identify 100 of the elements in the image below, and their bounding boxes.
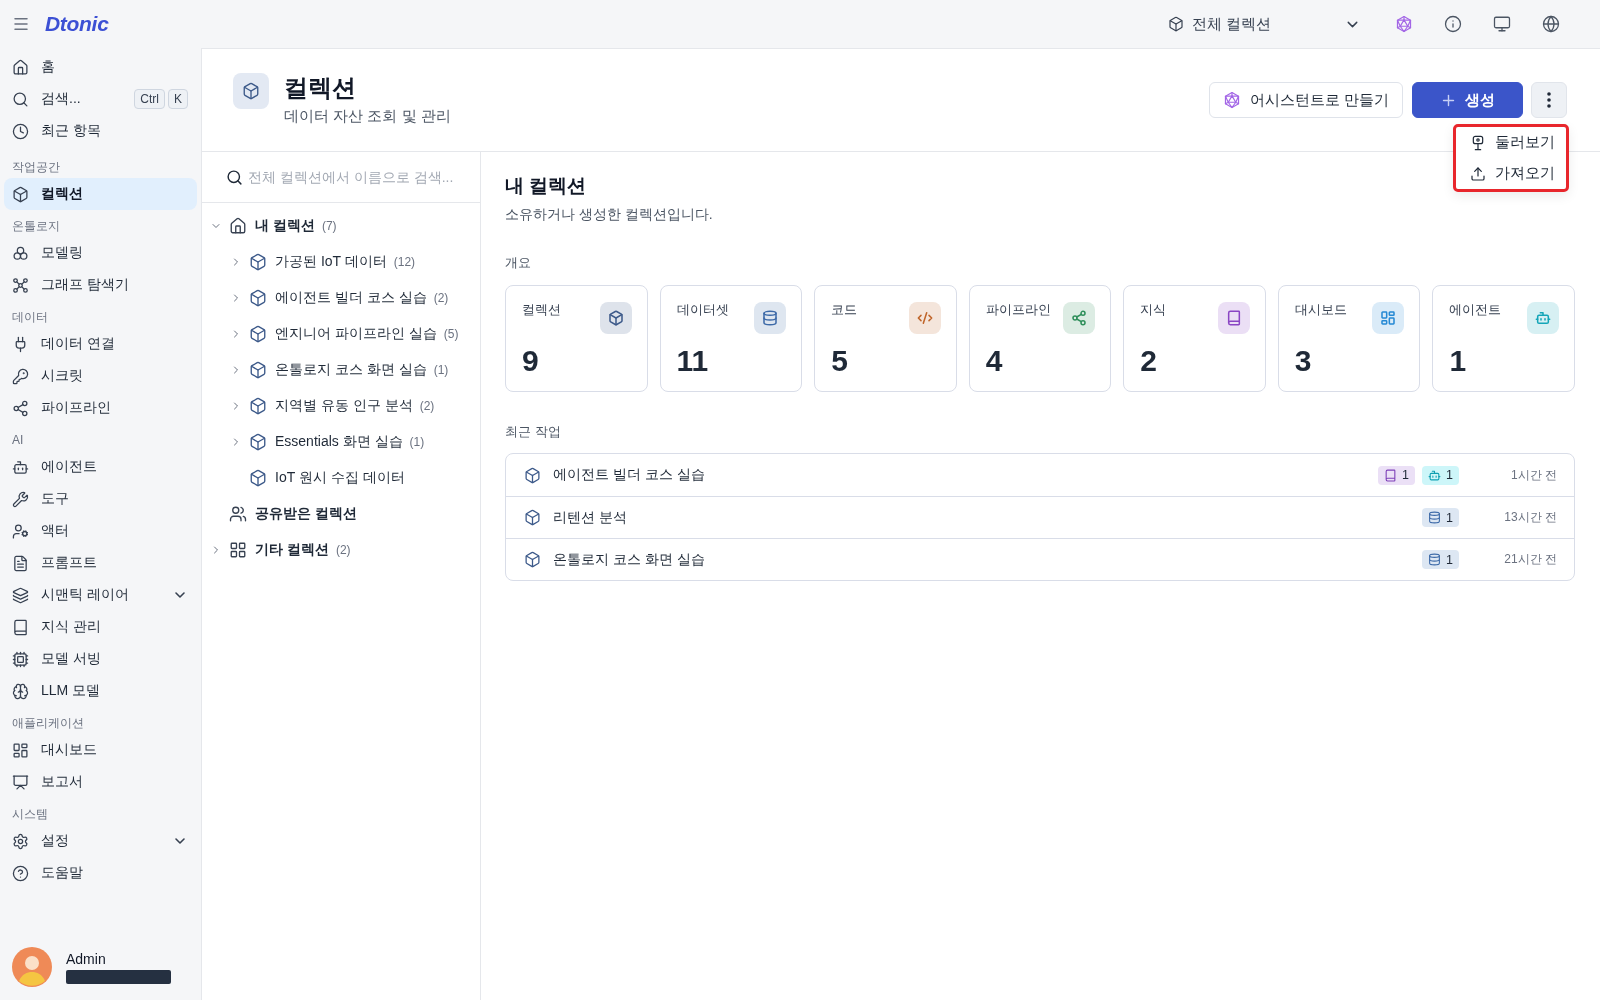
- sidebar-item[interactable]: 대시보드: [4, 734, 197, 766]
- count-text: 1: [1446, 510, 1453, 525]
- menu-item[interactable]: 둘러보기: [1456, 127, 1566, 158]
- sidebar-item[interactable]: 파이프라인: [4, 392, 197, 424]
- stat-card[interactable]: 컬렉션 9: [505, 285, 648, 392]
- sidebar-item[interactable]: 그래프 탐색기: [4, 269, 197, 301]
- page-subtitle: 데이터 자산 조회 및 관리: [284, 106, 451, 126]
- cube-icon: [249, 397, 267, 415]
- collection-selector[interactable]: 전체 컬렉션: [1164, 7, 1369, 41]
- sidebar-item[interactable]: 데이터 연결: [4, 328, 197, 360]
- more-button[interactable]: [1531, 82, 1567, 118]
- section-label: 작업공간: [11, 159, 61, 176]
- menu-button[interactable]: [12, 15, 30, 33]
- home-icon: [229, 217, 247, 235]
- count-text: 1: [1446, 552, 1453, 567]
- circles-icon: [12, 244, 29, 262]
- tree-item[interactable]: Essentials 화면 실습 (1): [202, 424, 480, 460]
- shortcut-key: K: [168, 89, 188, 109]
- section-label: 데이터: [11, 309, 49, 326]
- overview-label: 개요: [505, 255, 531, 271]
- stat-card[interactable]: 대시보드 3: [1277, 285, 1421, 392]
- tree-item[interactable]: IoT 원시 수집 데이터: [202, 460, 480, 496]
- polyhedron-icon: [1395, 15, 1413, 33]
- stat-card[interactable]: 코드 5: [814, 285, 957, 392]
- shortcut-key: Ctrl: [134, 89, 165, 109]
- recent-item[interactable]: 에이전트 빌더 코스 실습 1 1 1시간 전: [506, 454, 1574, 496]
- tree-item[interactable]: 내 컬렉션 (7): [202, 208, 480, 244]
- brain-icon: [12, 682, 29, 700]
- tree-item[interactable]: 엔지니어 파이프라인 실습 (5): [202, 316, 480, 352]
- assistant-create-button[interactable]: 어시스턴트로 만들기: [1208, 82, 1403, 118]
- section-label: AI: [11, 432, 25, 449]
- item-count: (7): [321, 219, 337, 233]
- time-text: 13시간 전: [1503, 509, 1557, 526]
- recent-item[interactable]: 리텐션 분석 1 13시간 전: [506, 496, 1574, 538]
- user-gear-icon: [12, 522, 29, 540]
- item-count: (12): [393, 255, 416, 269]
- count-text: 1: [1446, 468, 1453, 482]
- sidebar-item[interactable]: 최근 항목: [4, 115, 197, 147]
- tree-item[interactable]: 에이전트 빌더 코스 실습 (2): [202, 280, 480, 316]
- sidebar-item[interactable]: 설정: [4, 825, 197, 857]
- sidebar-item[interactable]: 홈: [4, 51, 197, 83]
- cube-icon: [524, 466, 541, 484]
- recent-item[interactable]: 온톨로지 코스 화면 실습 1 21시간 전: [506, 538, 1574, 580]
- database-icon: [754, 302, 787, 334]
- page-title: 컬렉션: [284, 73, 356, 103]
- key-icon: [12, 367, 29, 385]
- stat-card[interactable]: 파이프라인 4: [968, 285, 1112, 392]
- stat-card[interactable]: 데이터셋 11: [659, 285, 803, 392]
- sidebar-item[interactable]: 모델링: [4, 237, 197, 269]
- sidebar-item[interactable]: 검색... Ctrl K: [4, 83, 197, 115]
- book-icon: [1217, 302, 1250, 334]
- stat-value: 4: [985, 343, 1003, 379]
- help-icon: [12, 864, 29, 882]
- sidebar-item[interactable]: 도구: [4, 483, 197, 515]
- sidebar-item[interactable]: 액터: [4, 515, 197, 547]
- item-count: (1): [409, 435, 425, 449]
- create-button[interactable]: 생성: [1412, 82, 1523, 118]
- section-label: 애플리케이션: [11, 715, 85, 732]
- wrench-icon: [12, 490, 29, 508]
- sidebar-item[interactable]: 컬렉션: [4, 178, 197, 210]
- sidebar-item[interactable]: 시크릿: [4, 360, 197, 392]
- stat-label: 컬렉션: [522, 302, 561, 318]
- item-count: (2): [335, 543, 351, 557]
- search-field[interactable]: 전체 컬렉션에서 이름으로 검색...: [248, 162, 472, 192]
- user-avatar: [12, 947, 52, 987]
- stat-value: 5: [831, 343, 848, 379]
- stat-value: 9: [522, 343, 539, 379]
- book-icon: [1384, 468, 1398, 482]
- sidebar-item[interactable]: 시맨틱 레이어: [4, 579, 197, 611]
- sidebar-item[interactable]: 에이전트: [4, 451, 197, 483]
- tree-item[interactable]: 공유받은 컬렉션: [202, 496, 480, 532]
- network-icon: [12, 276, 29, 294]
- cube-icon: [249, 361, 267, 379]
- stat-card[interactable]: 에이전트 1: [1432, 285, 1575, 392]
- nodes-icon: [1063, 302, 1096, 334]
- sidebar-item[interactable]: 모델 서빙: [4, 643, 197, 675]
- tree-item[interactable]: 온톨로지 코스 화면 실습 (1): [202, 352, 480, 388]
- cube-icon: [249, 433, 267, 451]
- section-subtitle: 소유하거나 생성한 컬렉션입니다.: [505, 205, 713, 224]
- sidebar-item[interactable]: LLM 모델: [4, 675, 197, 707]
- document-icon: [12, 554, 29, 572]
- sidebar-item[interactable]: 프롬프트: [4, 547, 197, 579]
- polyhedron-icon: [1222, 91, 1241, 109]
- sidebar-item[interactable]: 지식 관리: [4, 611, 197, 643]
- stat-card[interactable]: 지식 2: [1123, 285, 1266, 392]
- stat-value: 3: [1294, 343, 1312, 379]
- menu-item[interactable]: 가져오기: [1456, 158, 1566, 189]
- book-icon: [12, 618, 29, 636]
- cube-icon: [249, 469, 267, 487]
- dashboard-icon: [1372, 302, 1405, 334]
- info-icon: [1444, 15, 1462, 33]
- robot-icon: [1527, 302, 1559, 334]
- sidebar-item[interactable]: 보고서: [4, 766, 197, 798]
- stat-label: 데이터셋: [676, 302, 729, 318]
- dashboard-icon: [12, 741, 29, 759]
- tree-item[interactable]: 가공된 IoT 데이터 (12): [202, 244, 480, 280]
- stat-label: 코드: [831, 302, 858, 318]
- tree-item[interactable]: 지역별 유동 인구 분석 (2): [202, 388, 480, 424]
- tree-item[interactable]: 기타 컬렉션 (2): [202, 532, 480, 568]
- sidebar-item[interactable]: 도움말: [4, 857, 197, 889]
